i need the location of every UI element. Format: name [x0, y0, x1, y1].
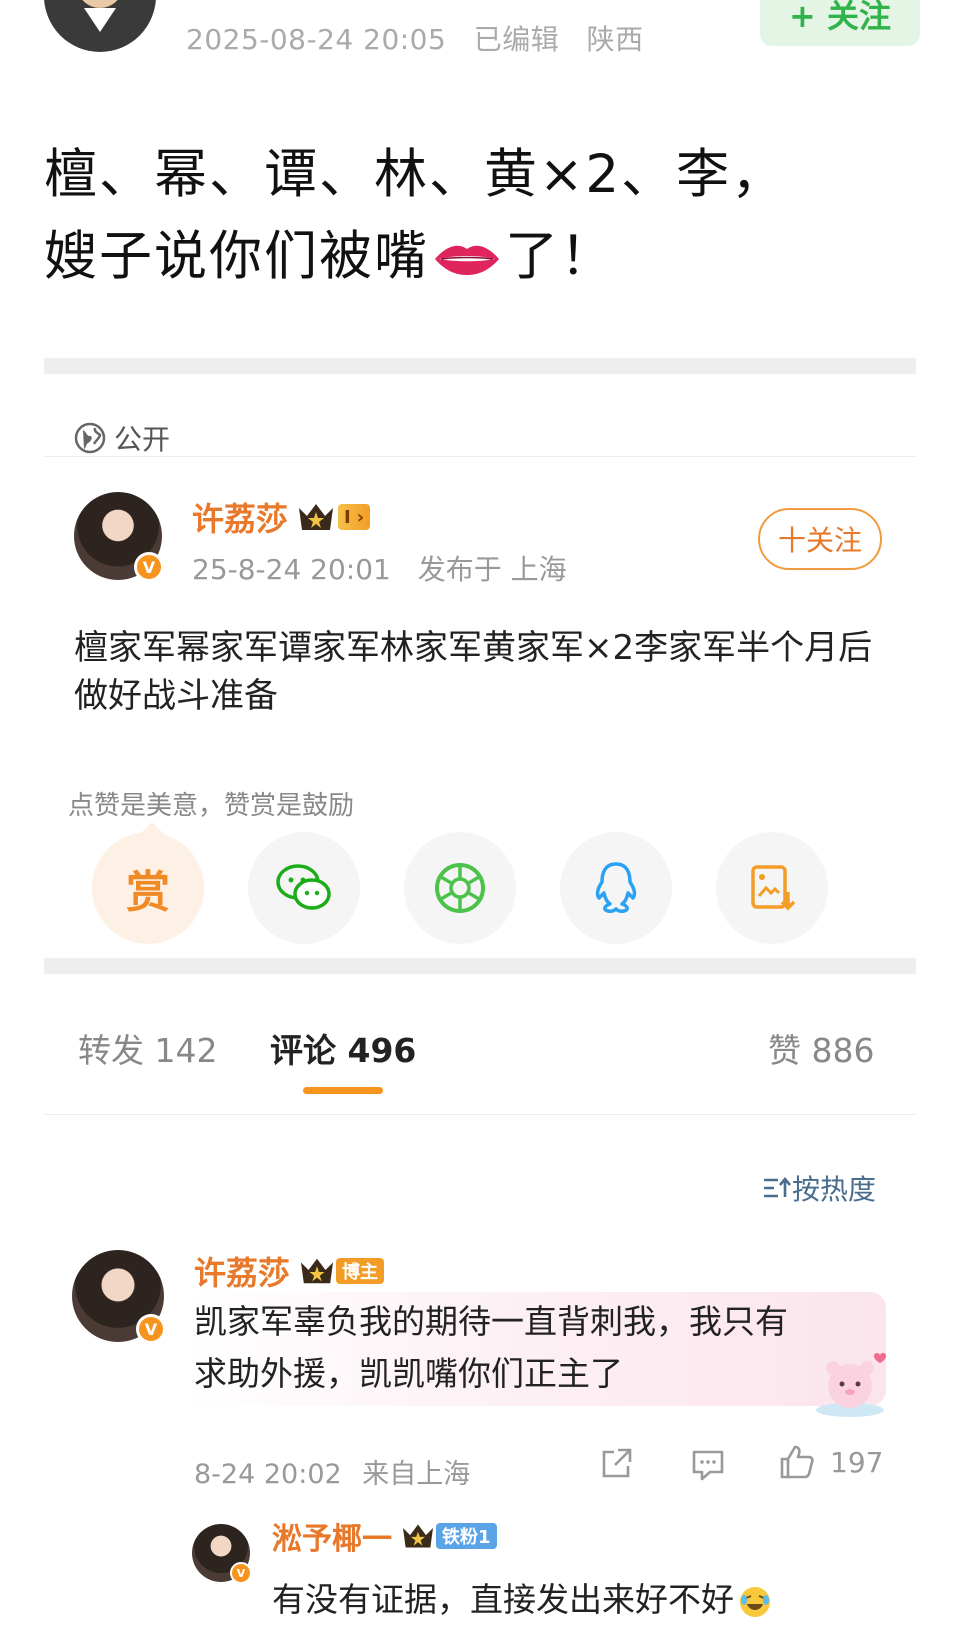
divider-line: [44, 456, 916, 457]
lips-emoji-icon: [435, 246, 499, 276]
comment-meta: 8-24 20:02 来自上海: [194, 1452, 470, 1491]
divider-bar: [44, 358, 916, 374]
pink-bear-sticker-icon: [816, 1353, 886, 1417]
level-badge: I ›: [338, 504, 371, 530]
active-tab-indicator: [303, 1087, 383, 1094]
divider-line: [44, 1114, 916, 1115]
quoted-author-name[interactable]: 许荔莎: [192, 494, 288, 540]
save-image-button[interactable]: [716, 832, 828, 944]
quoted-source: 发布于 上海: [417, 553, 567, 586]
tab-repost[interactable]: 转发 142: [78, 1024, 217, 1072]
qq-icon: [595, 862, 637, 913]
quoted-text: 檀家军幂家军谭家军林家军黄家军×2李家军半个月后做好战斗准备: [74, 628, 873, 716]
replier-name[interactable]: 淞予椰一: [272, 1514, 392, 1558]
sort-button[interactable]: 按热度: [762, 1168, 876, 1208]
comment-text-line-2: 求助外援，凯凯嘴你们正主了: [194, 1354, 623, 1393]
verified-badge-icon: V: [134, 552, 164, 582]
share-wechat-button[interactable]: [248, 832, 360, 944]
repost-comment-button[interactable]: [598, 1446, 634, 1482]
reward-label: 赏: [126, 867, 170, 918]
chevron-right-icon: ›: [356, 506, 365, 528]
share-qq-button[interactable]: [560, 832, 672, 944]
follow-button[interactable]: + 关注: [760, 0, 920, 46]
commenter-avatar[interactable]: V: [72, 1250, 166, 1344]
crown-icon: [299, 504, 334, 530]
reward-button[interactable]: 赏: [92, 832, 204, 944]
reply-text-content: 有没有证据，直接发出来好不好: [272, 1580, 734, 1619]
comment-text-line-1: 凯家军辜负我的期待一直背刺我，我只有: [194, 1302, 788, 1341]
quoted-meta: 25-8-24 20:01 发布于 上海: [192, 548, 567, 588]
laughing-emoji-icon: [740, 1586, 770, 1617]
post-content: 檀、幂、谭、林、黄×2、李， 嫂子说你们被嘴 了！: [44, 134, 924, 298]
post-meta: 2025-08-24 20:05 已编辑 陕西: [186, 18, 662, 58]
edited-label: 已编辑: [473, 23, 560, 56]
post-line-1: 檀、幂、谭、林、黄×2、李，: [44, 144, 787, 205]
reply-comment-button[interactable]: [690, 1448, 726, 1482]
tab-likes[interactable]: 赞 886: [768, 1024, 874, 1072]
quoted-time: 25-8-24 20:01: [192, 553, 391, 586]
blogger-badge: 博主: [336, 1258, 385, 1284]
reward-hint: 点赞是美意，赞赏是鼓励: [68, 791, 355, 821]
level-badge-text: I: [344, 506, 351, 528]
divider-bar: [44, 958, 916, 974]
quoted-author-row: 许荔莎 I ›: [192, 494, 371, 540]
author-avatar[interactable]: [44, 0, 156, 52]
visibility-label: 公开: [74, 418, 170, 458]
comment-time: 8-24 20:02: [194, 1459, 342, 1490]
visibility-text: 公开: [114, 423, 171, 456]
crown-icon: [301, 1258, 334, 1284]
save-image-icon: [751, 865, 796, 911]
post-line-2-text: 嫂子说你们被嘴: [44, 226, 429, 287]
share-moments-button[interactable]: [404, 832, 516, 944]
comment-text: 凯家军辜负我的期待一直背刺我，我只有 求助外援，凯凯嘴你们正主了: [194, 1296, 854, 1400]
fan-badge: 铁粉1: [436, 1523, 497, 1549]
post-location: 陕西: [586, 23, 644, 56]
commenter-row: 许荔莎 博主: [194, 1248, 385, 1294]
sort-label: 按热度: [792, 1173, 877, 1206]
quoted-author-avatar[interactable]: V: [74, 492, 164, 582]
commenter-name[interactable]: 许荔莎: [194, 1248, 290, 1294]
moments-icon: [435, 863, 485, 913]
crown-icon: [403, 1524, 433, 1548]
post-timestamp: 2025-08-24 20:05: [186, 23, 447, 56]
comment-source: 来自上海: [362, 1459, 471, 1490]
post-line-2: 嫂子说你们被嘴 了！: [44, 216, 924, 298]
comment-like-count: 197: [830, 1445, 884, 1479]
wechat-icon: [276, 864, 331, 910]
reply-text: 有没有证据，直接发出来好不好: [272, 1573, 772, 1621]
replier-row: 淞予椰一 铁粉1: [272, 1514, 497, 1558]
share-icon: [602, 1448, 632, 1478]
globe-icon: [74, 422, 106, 454]
tab-comments[interactable]: 评论 496: [270, 1024, 416, 1072]
post-line-2-end: 了！: [505, 226, 615, 287]
verified-badge-icon: V: [136, 1314, 166, 1344]
like-comment-button[interactable]: 197: [778, 1444, 883, 1480]
sort-icon: [764, 1176, 791, 1198]
quoted-follow-button[interactable]: 十关注: [758, 508, 882, 570]
verified-badge-icon: V: [230, 1562, 252, 1584]
comment-icon: [692, 1450, 724, 1481]
thumbs-up-icon: [780, 1445, 814, 1479]
replier-avatar[interactable]: V: [192, 1524, 252, 1584]
